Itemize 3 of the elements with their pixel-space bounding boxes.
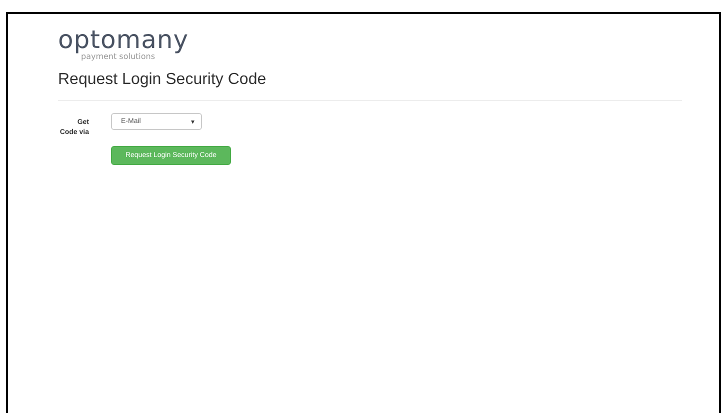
logo-tagline: payment solutions bbox=[81, 52, 156, 61]
page-heading: Request Login Security Code bbox=[58, 70, 268, 90]
logo-wordmark: optomany bbox=[58, 28, 189, 52]
